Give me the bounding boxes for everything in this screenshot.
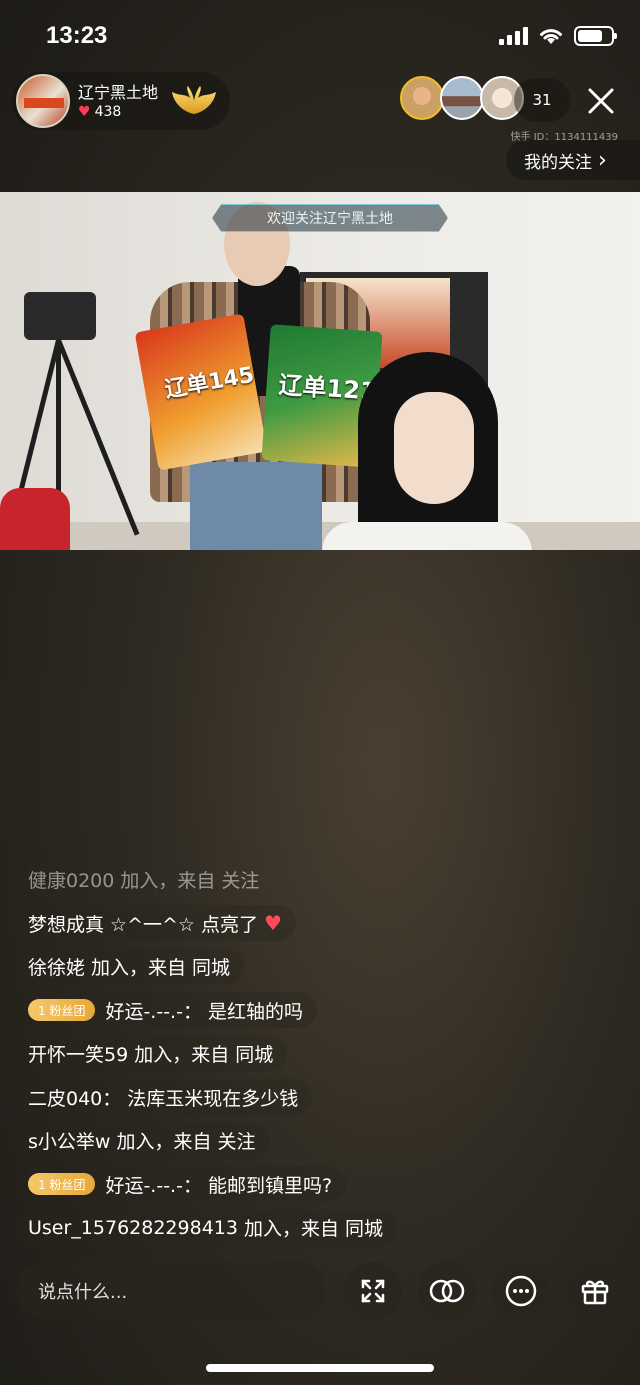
home-indicator[interactable] [206, 1364, 434, 1372]
comment-user[interactable]: 健康0200 [28, 866, 114, 893]
comment-user[interactable]: User_1576282298413 [28, 1217, 238, 1239]
join-message[interactable]: s小公举w 加入，来自 关注 [16, 1122, 270, 1159]
comment-row: 梦想成真 ☆^一^☆ 点亮了 ♥ [16, 902, 616, 946]
host-info[interactable]: 辽宁黑土地 ♥ 438 [12, 72, 230, 130]
host-name: 辽宁黑土地 [78, 83, 159, 102]
comment-row: s小公举w 加入，来自 关注 [16, 1119, 616, 1163]
chat-message[interactable]: 1 粉丝团 好运-.--.-： 是红轴的吗 [16, 992, 317, 1029]
chat-input[interactable]: 说点什么... [16, 1262, 326, 1320]
comment-user[interactable]: 好运-.--.-： [105, 1171, 202, 1198]
more-icon [505, 1275, 537, 1307]
connect-button[interactable] [418, 1262, 476, 1320]
gift-button[interactable] [566, 1262, 624, 1320]
heart-icon: ♥ [78, 104, 91, 120]
more-button[interactable] [492, 1262, 550, 1320]
comment-user[interactable]: 徐徐姥 [28, 953, 85, 980]
comment-feed[interactable]: 健康0200 加入，来自 关注 梦想成真 ☆^一^☆ 点亮了 ♥ 徐徐姥 加入，… [16, 858, 616, 1250]
comment-user[interactable]: 开怀一笑59 [28, 1040, 128, 1067]
comment-text: 加入，来自 关注 [120, 870, 260, 893]
viewer-avatar[interactable] [400, 76, 444, 120]
my-follow-button[interactable]: 我的关注 › [506, 140, 640, 180]
comment-user[interactable]: 二皮040： [28, 1084, 121, 1111]
fullscreen-button[interactable] [344, 1262, 402, 1320]
comment-text: 加入，来自 同城 [243, 1218, 384, 1241]
status-time: 13:23 [46, 22, 108, 49]
wifi-icon [540, 29, 562, 44]
comment-row: User_1576282298413 加入，来自 同城 [16, 1206, 616, 1250]
comment-text: 能邮到镇里吗? [207, 1174, 333, 1197]
join-message[interactable]: 徐徐姥 加入，来自 同城 [16, 948, 245, 985]
my-follow-label: 我的关注 [524, 152, 592, 173]
video-camera [24, 292, 96, 340]
host-avatar[interactable] [16, 74, 70, 128]
join-message[interactable]: 健康0200 加入，来自 关注 [16, 862, 273, 898]
fullscreen-icon [361, 1279, 385, 1303]
host-likes: ♥ 438 [78, 104, 121, 120]
live-video[interactable]: 辽单145 辽单121 欢迎关注辽宁黑土地 [0, 192, 640, 550]
status-bar: 13:23 [0, 0, 640, 70]
join-message[interactable]: 开怀一笑59 加入，来自 同城 [16, 1035, 288, 1072]
comment-row: 徐徐姥 加入，来自 同城 [16, 945, 616, 989]
close-icon[interactable] [584, 84, 618, 118]
fan-club-badge: 1 粉丝团 [28, 999, 96, 1022]
chat-message[interactable]: 1 粉丝团 好运-.--.-： 能邮到镇里吗? [16, 1166, 347, 1203]
comment-text: 加入，来自 同城 [134, 1044, 274, 1067]
comment-text: 法库玉米现在多少钱 [127, 1087, 299, 1110]
viewer-avatar[interactable] [440, 76, 484, 120]
chat-message[interactable]: 二皮040： 法库玉米现在多少钱 [16, 1079, 313, 1116]
join-message[interactable]: User_1576282298413 加入，来自 同城 [16, 1209, 398, 1246]
comment-row: 1 粉丝团 好运-.--.-： 能邮到镇里吗? [16, 1163, 616, 1207]
comment-user[interactable]: s小公举w [28, 1127, 110, 1154]
chevron-right-icon: › [598, 147, 607, 173]
comment-row: 开怀一笑59 加入，来自 同城 [16, 1032, 616, 1076]
viewer-count[interactable]: 31 [514, 78, 570, 122]
gold-wings-icon[interactable] [170, 84, 218, 116]
likes-count: 438 [94, 104, 122, 120]
fan-club-badge: 1 粉丝团 [28, 1173, 96, 1196]
presenter-seated [322, 352, 532, 550]
comment-user[interactable]: 梦想成真 ☆^一^☆ [28, 910, 195, 937]
cellular-signal-icon [499, 27, 528, 45]
link-circles-icon [429, 1279, 465, 1303]
battery-icon [574, 26, 617, 46]
gift-icon [581, 1280, 609, 1305]
light-message[interactable]: 梦想成真 ☆^一^☆ 点亮了 ♥ [16, 905, 296, 942]
heart-icon: ♥ [263, 911, 282, 936]
welcome-banner: 欢迎关注辽宁黑土地 [212, 204, 448, 232]
comment-row: 健康0200 加入，来自 关注 [16, 858, 616, 902]
comment-row: 二皮040： 法库玉米现在多少钱 [16, 1076, 616, 1120]
top-viewers[interactable] [400, 76, 524, 120]
comment-text: 加入，来自 同城 [91, 957, 231, 980]
comment-text: 是红轴的吗 [207, 1000, 303, 1023]
comment-text: 点亮了 [200, 913, 258, 936]
comment-user[interactable]: 好运-.--.-： [105, 997, 202, 1024]
status-icons [499, 26, 617, 46]
comment-row: 1 粉丝团 好运-.--.-： 是红轴的吗 [16, 989, 616, 1033]
comment-text: 加入，来自 关注 [116, 1131, 256, 1154]
